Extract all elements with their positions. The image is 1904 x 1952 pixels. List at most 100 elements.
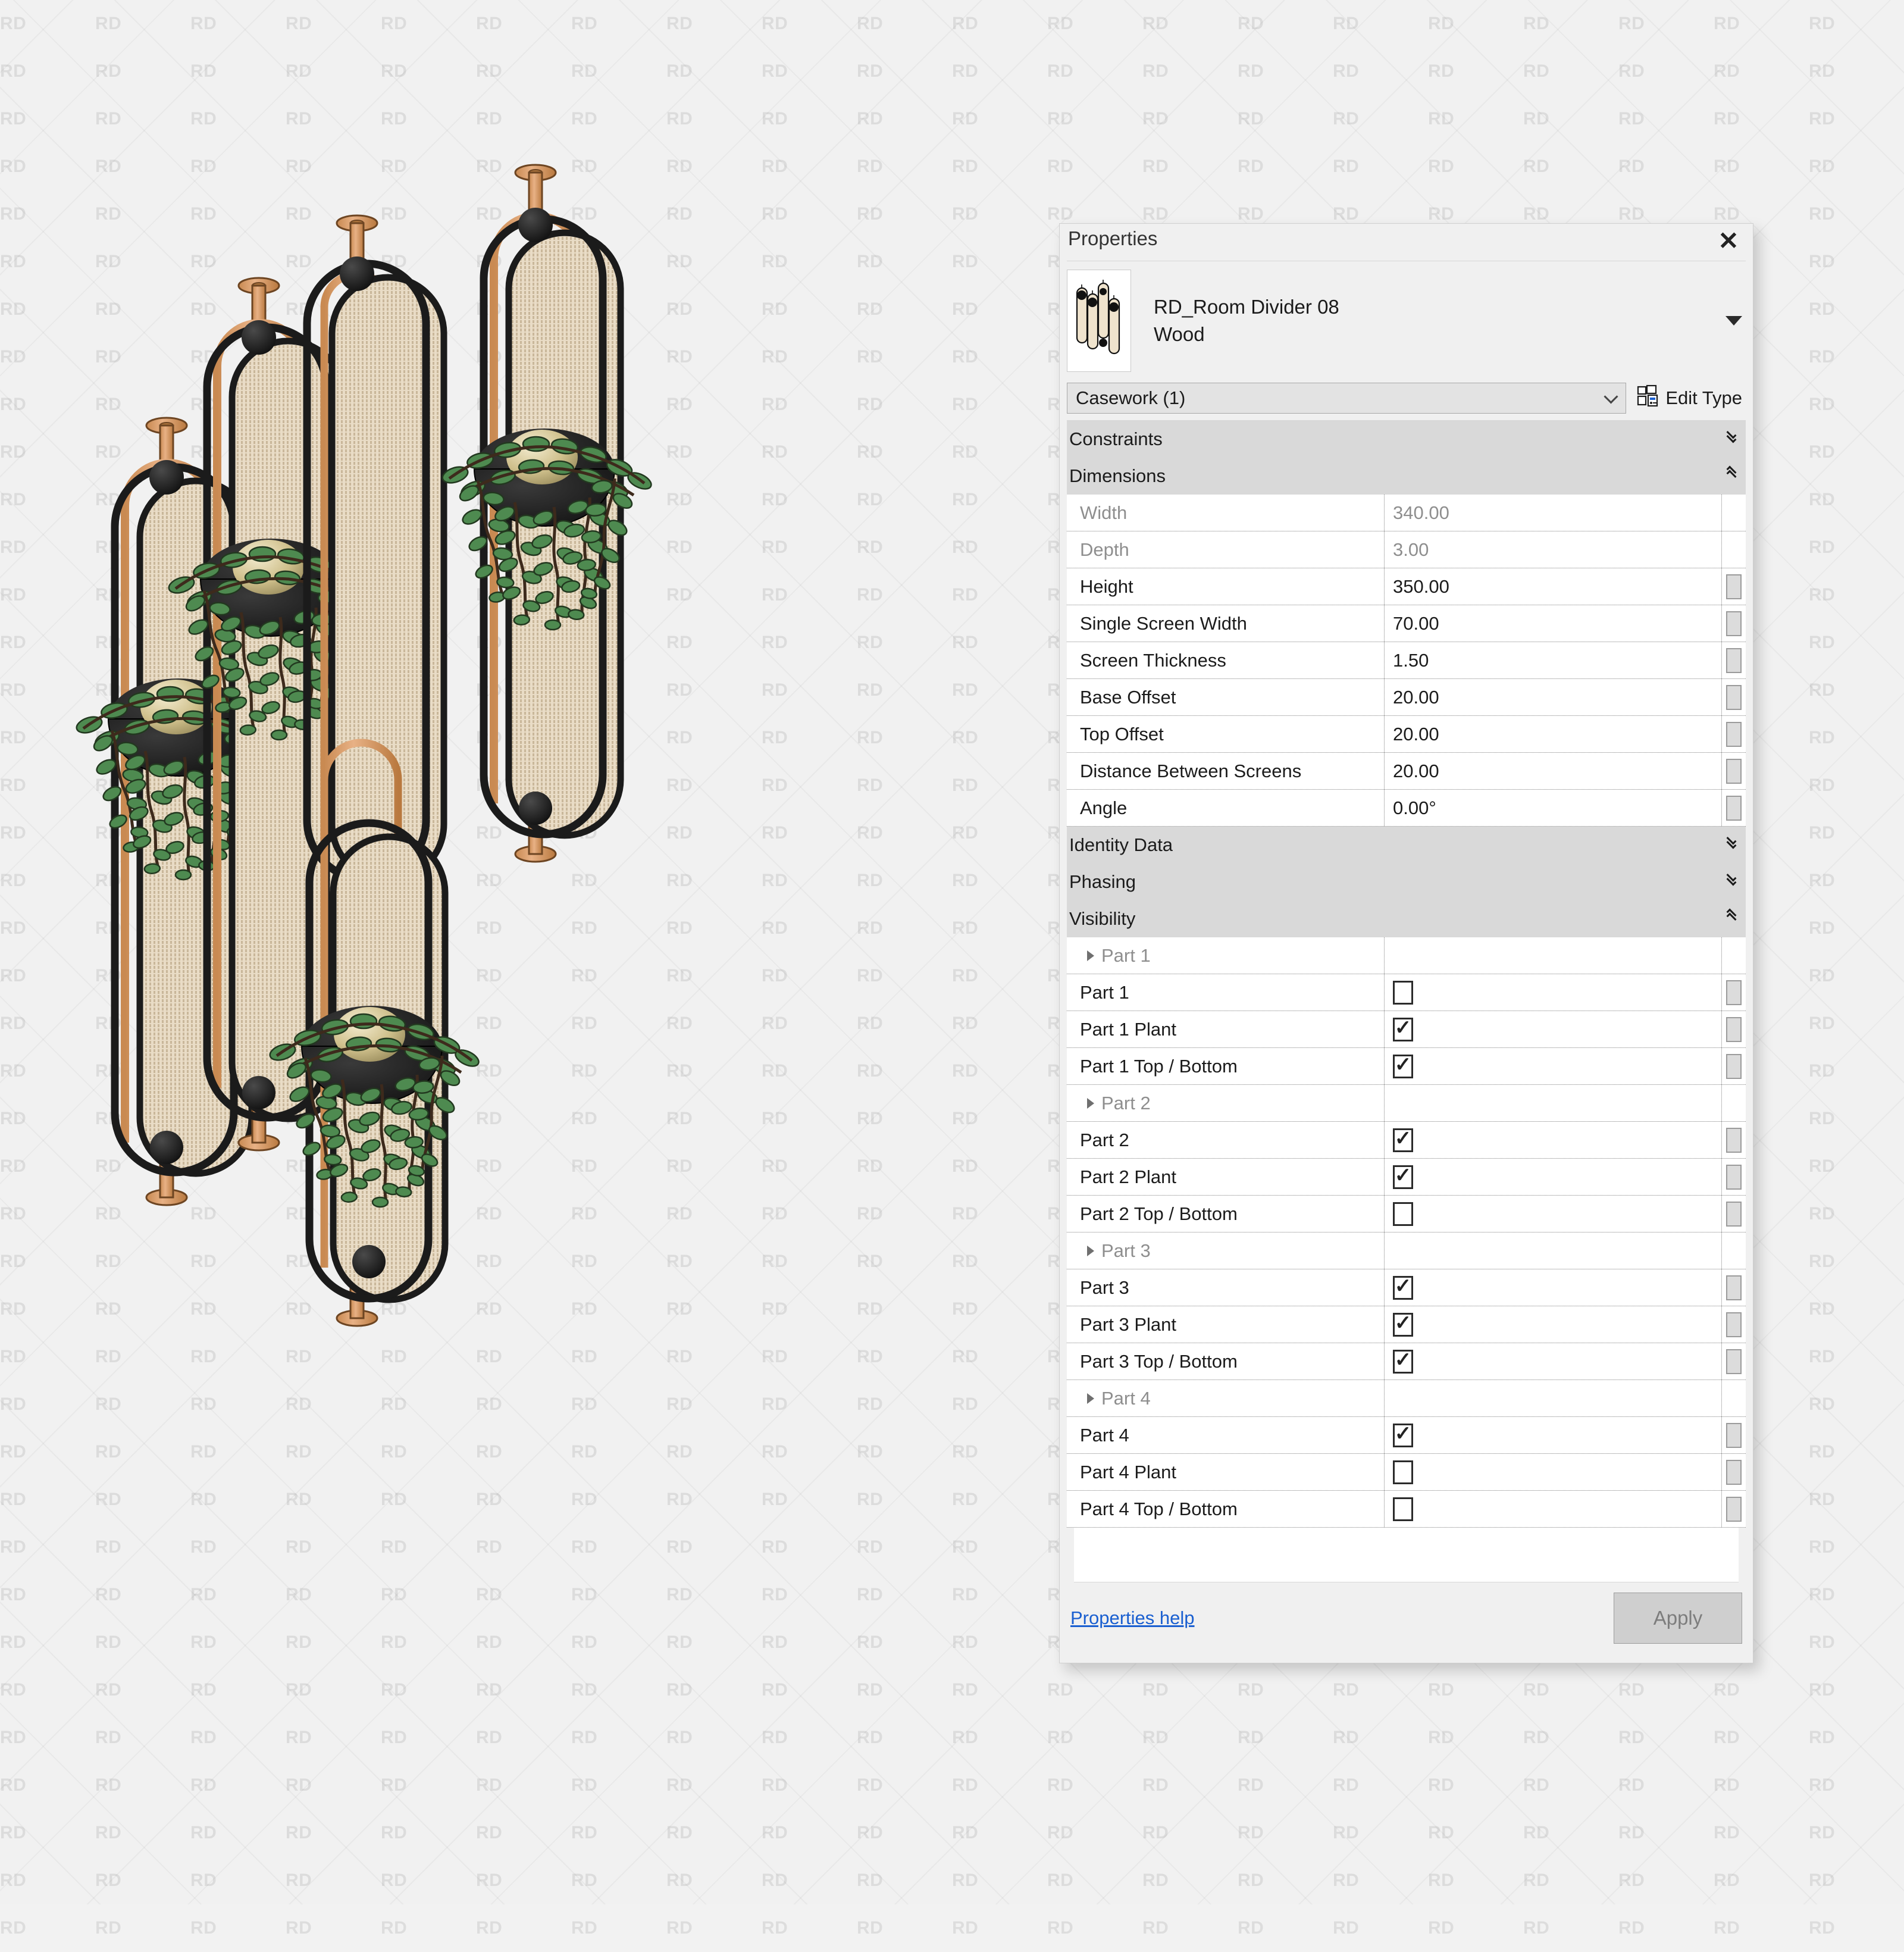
group-header-label: Constraints — [1069, 428, 1163, 449]
parameter-value[interactable]: 350.00 — [1385, 568, 1722, 605]
visibility-checkbox[interactable]: ✓ — [1393, 1311, 1413, 1337]
expand-triangle-icon[interactable] — [1087, 950, 1094, 961]
parameter-value — [1385, 1232, 1722, 1269]
group-header-label: Visibility — [1069, 908, 1136, 929]
associate-parameter-cell — [1722, 1232, 1746, 1269]
associate-parameter-button[interactable] — [1726, 1275, 1742, 1300]
parameter-value: ✓ — [1385, 1491, 1722, 1527]
visibility-checkbox[interactable]: ✓ — [1393, 1460, 1413, 1484]
visibility-checkbox[interactable]: ✓ — [1393, 1165, 1413, 1189]
associate-parameter-button[interactable] — [1726, 795, 1742, 821]
associate-parameter-button[interactable] — [1726, 980, 1742, 1005]
watermark-tile — [143, 1904, 190, 1952]
associate-parameter-cell — [1722, 531, 1746, 568]
category-select[interactable]: Casework (1) — [1067, 383, 1627, 414]
group-header-label: Phasing — [1069, 871, 1136, 892]
group-header-identity-data[interactable]: Identity Data — [1067, 827, 1746, 864]
associate-parameter-button[interactable] — [1726, 1127, 1742, 1153]
visibility-checkbox[interactable]: ✓ — [1393, 1275, 1413, 1300]
associate-parameter-button[interactable] — [1726, 611, 1742, 636]
visibility-checkbox[interactable]: ✓ — [1393, 1017, 1413, 1041]
parameter-value[interactable]: 20.00 — [1385, 679, 1722, 715]
associate-parameter-button[interactable] — [1726, 1459, 1742, 1485]
associate-parameter-button[interactable] — [1726, 1422, 1742, 1448]
associate-parameter-button[interactable] — [1726, 1496, 1742, 1522]
parameter-label: Part 4 Top / Bottom — [1067, 1491, 1385, 1527]
apply-button[interactable]: Apply — [1614, 1593, 1742, 1644]
associate-parameter-cell — [1722, 642, 1746, 678]
group-header-constraints[interactable]: Constraints — [1067, 421, 1746, 458]
parameter-value: 340.00 — [1385, 495, 1722, 531]
associate-parameter-button[interactable] — [1726, 1016, 1742, 1042]
parameter-label: Part 1 Top / Bottom — [1067, 1048, 1385, 1084]
visibility-checkbox[interactable]: ✓ — [1393, 1202, 1413, 1226]
expand-triangle-icon[interactable] — [1087, 1393, 1094, 1404]
associate-parameter-button[interactable] — [1726, 647, 1742, 673]
close-icon[interactable]: ✕ — [1712, 225, 1745, 257]
divider-panel-4 — [440, 164, 653, 863]
type-dropdown-arrow-icon[interactable] — [1726, 315, 1742, 326]
parameter-label: Depth — [1067, 531, 1385, 568]
group-header-dimensions[interactable]: Dimensions — [1067, 458, 1746, 495]
parameter-group-label: Part 1 — [1067, 937, 1385, 974]
parameter-value[interactable]: 70.00 — [1385, 605, 1722, 642]
associate-parameter-button[interactable] — [1726, 758, 1742, 784]
parameter-value[interactable]: 0.00° — [1385, 790, 1722, 826]
page-title: Properties — [1068, 227, 1158, 249]
visibility-checkbox[interactable]: ✓ — [1393, 980, 1413, 1005]
chevron-up-icon — [1724, 908, 1739, 927]
visibility-checkbox[interactable]: ✓ — [1393, 1497, 1413, 1521]
expand-triangle-icon[interactable] — [1087, 1245, 1094, 1256]
chevron-down-icon — [1724, 871, 1739, 890]
watermark-tile — [48, 1904, 95, 1952]
parameter-value: ✓ — [1385, 1417, 1722, 1453]
associate-parameter-button[interactable] — [1726, 574, 1742, 599]
watermark-tile — [1285, 1904, 1333, 1952]
watermark-tile: RD — [1809, 1918, 1836, 1938]
group-header-label: Dimensions — [1069, 465, 1166, 486]
associate-parameter-button[interactable] — [1726, 721, 1742, 747]
visibility-checkbox[interactable]: ✓ — [1393, 1128, 1413, 1152]
parameter-value[interactable]: 20.00 — [1385, 716, 1722, 752]
associate-parameter-button[interactable] — [1726, 1164, 1742, 1190]
parameter-value[interactable]: 20.00 — [1385, 753, 1722, 789]
associate-parameter-cell — [1722, 1085, 1746, 1121]
type-preview-block: RD_Room Divider 08 Wood — [1067, 261, 1746, 380]
edit-type-icon — [1637, 384, 1659, 412]
group-header-visibility[interactable]: Visibility — [1067, 900, 1746, 937]
watermark-tile — [1190, 1904, 1238, 1952]
parameter-label: Part 1 Plant — [1067, 1011, 1385, 1047]
parameter-value[interactable]: 1.50 — [1385, 642, 1722, 678]
parameter-group-label: Part 2 — [1067, 1085, 1385, 1121]
table-row: Base Offset 20.00 — [1067, 679, 1746, 716]
associate-parameter-button[interactable] — [1726, 1201, 1742, 1227]
parameter-value: ✓ — [1385, 1343, 1722, 1379]
associate-parameter-button[interactable] — [1726, 1312, 1742, 1337]
visibility-checkbox[interactable]: ✓ — [1393, 1349, 1413, 1374]
watermark-tile — [524, 1904, 571, 1952]
watermark-tile — [1380, 1904, 1428, 1952]
visibility-checkbox[interactable]: ✓ — [1393, 1423, 1413, 1447]
associate-parameter-button[interactable] — [1726, 1053, 1742, 1079]
checkmark-icon: ✓ — [1394, 1163, 1412, 1187]
parameter-value: ✓ — [1385, 1306, 1722, 1343]
parameter-value: ✓ — [1385, 1122, 1722, 1158]
parameter-label: Part 1 — [1067, 974, 1385, 1011]
associate-parameter-button[interactable] — [1726, 1349, 1742, 1374]
properties-help-link[interactable]: Properties help — [1070, 1607, 1195, 1629]
parameter-label: Height — [1067, 568, 1385, 605]
edit-type-button[interactable]: Edit Type — [1637, 384, 1746, 412]
table-row: Part 3 Top / Bottom ✓ — [1067, 1343, 1746, 1380]
table-row-subheader: Part 3 — [1067, 1232, 1746, 1269]
associate-parameter-cell — [1722, 1196, 1746, 1232]
associate-parameter-button[interactable] — [1726, 684, 1742, 710]
associate-parameter-cell — [1722, 1343, 1746, 1379]
table-row: Angle 0.00° — [1067, 790, 1746, 827]
table-row: Depth 3.00 — [1067, 531, 1746, 568]
watermark-tile — [1476, 1904, 1523, 1952]
checkmark-icon: ✓ — [1394, 1311, 1412, 1334]
group-header-phasing[interactable]: Phasing — [1067, 864, 1746, 900]
expand-triangle-icon[interactable] — [1087, 1097, 1094, 1109]
visibility-checkbox[interactable]: ✓ — [1393, 1054, 1413, 1078]
properties-palette: Properties ✕ RD_Room Divider 08 Wood Cas… — [1059, 223, 1753, 1663]
